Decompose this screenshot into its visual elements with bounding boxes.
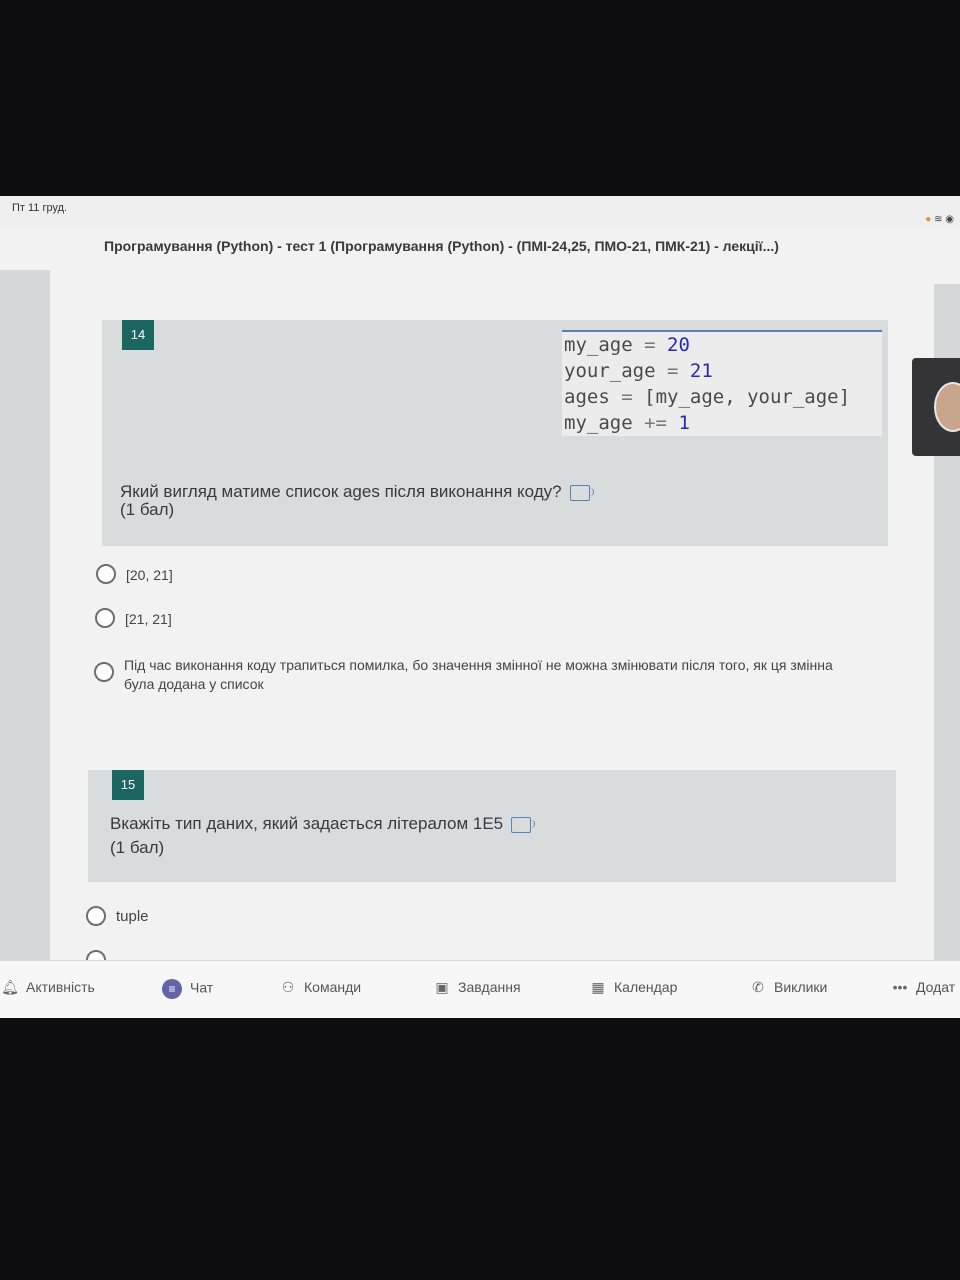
tablet-screen: Пт 11 груд. ● ≋ ◉ Програмування (Python)…: [0, 196, 960, 1018]
more-icon: •••: [892, 979, 908, 995]
chat-icon: ≡: [162, 979, 182, 999]
immersive-reader-icon[interactable]: [511, 816, 536, 833]
question-text-15: Вкажіть тип даних, який задається літера…: [110, 814, 536, 834]
phone-icon: ✆: [752, 979, 764, 995]
status-icons: ● ≋ ◉: [925, 214, 954, 225]
participant-avatar: [934, 382, 960, 432]
option-radio[interactable]: [86, 906, 106, 926]
left-panel: [0, 270, 50, 960]
bell-icon: 🔔︎: [1, 979, 19, 995]
nav-calls[interactable]: ✆ Виклики: [748, 979, 827, 996]
nav-activity[interactable]: 🔔︎ Активність: [0, 979, 95, 996]
question-points-15: (1 бал): [110, 838, 165, 857]
option-label[interactable]: [20, 21]: [126, 567, 173, 583]
nav-teams[interactable]: ⚇ Команди: [278, 979, 361, 996]
option-radio[interactable]: [94, 662, 114, 682]
option-label[interactable]: Під час виконання коду трапиться помилка…: [124, 656, 844, 694]
wifi-icon: ≋: [934, 214, 943, 225]
status-time: Пт 11 груд.: [12, 202, 68, 214]
option-radio[interactable]: [96, 564, 116, 584]
code-snippet: my_age = 20 your_age = 21 ages = [my_age…: [562, 330, 882, 436]
question-points-14: (1 бал): [120, 500, 175, 519]
battery-icon: ◉: [945, 214, 954, 225]
option-label[interactable]: tuple: [116, 908, 149, 925]
nav-assignments[interactable]: ▣ Завдання: [432, 979, 520, 996]
code-line: my_age += 1: [564, 412, 690, 434]
code-line: ages = [my_age, your_age]: [564, 386, 851, 408]
status-bar: Пт 11 груд. ● ≋ ◉: [0, 196, 960, 226]
question-text-14: Який вигляд матиме список ages після вик…: [120, 482, 594, 502]
code-line: my_age = 20: [564, 334, 690, 356]
question-number-14: 14: [122, 320, 154, 350]
code-line: your_age = 21: [564, 360, 713, 382]
nav-chat[interactable]: ≡ Чат: [162, 979, 213, 999]
recording-dot-icon: ●: [925, 214, 932, 225]
option-radio[interactable]: [95, 608, 115, 628]
immersive-reader-icon[interactable]: [569, 484, 594, 501]
bottom-nav: 🔔︎ Активність ≡ Чат ⚇ Команди ▣ Завдання ▦ Ка…: [0, 960, 960, 1018]
question-number-15: 15: [112, 770, 144, 800]
option-label[interactable]: [21, 21]: [125, 611, 172, 627]
calendar-icon: ▦: [591, 979, 605, 995]
backpack-icon: ▣: [435, 979, 449, 995]
nav-calendar[interactable]: ▦ Календар: [588, 979, 677, 996]
nav-more[interactable]: ••• Додат: [890, 979, 956, 995]
participant-video[interactable]: [912, 358, 960, 456]
form-title: Програмування (Python) - тест 1 (Програм…: [104, 238, 779, 254]
teams-icon: ⚇: [281, 979, 295, 995]
